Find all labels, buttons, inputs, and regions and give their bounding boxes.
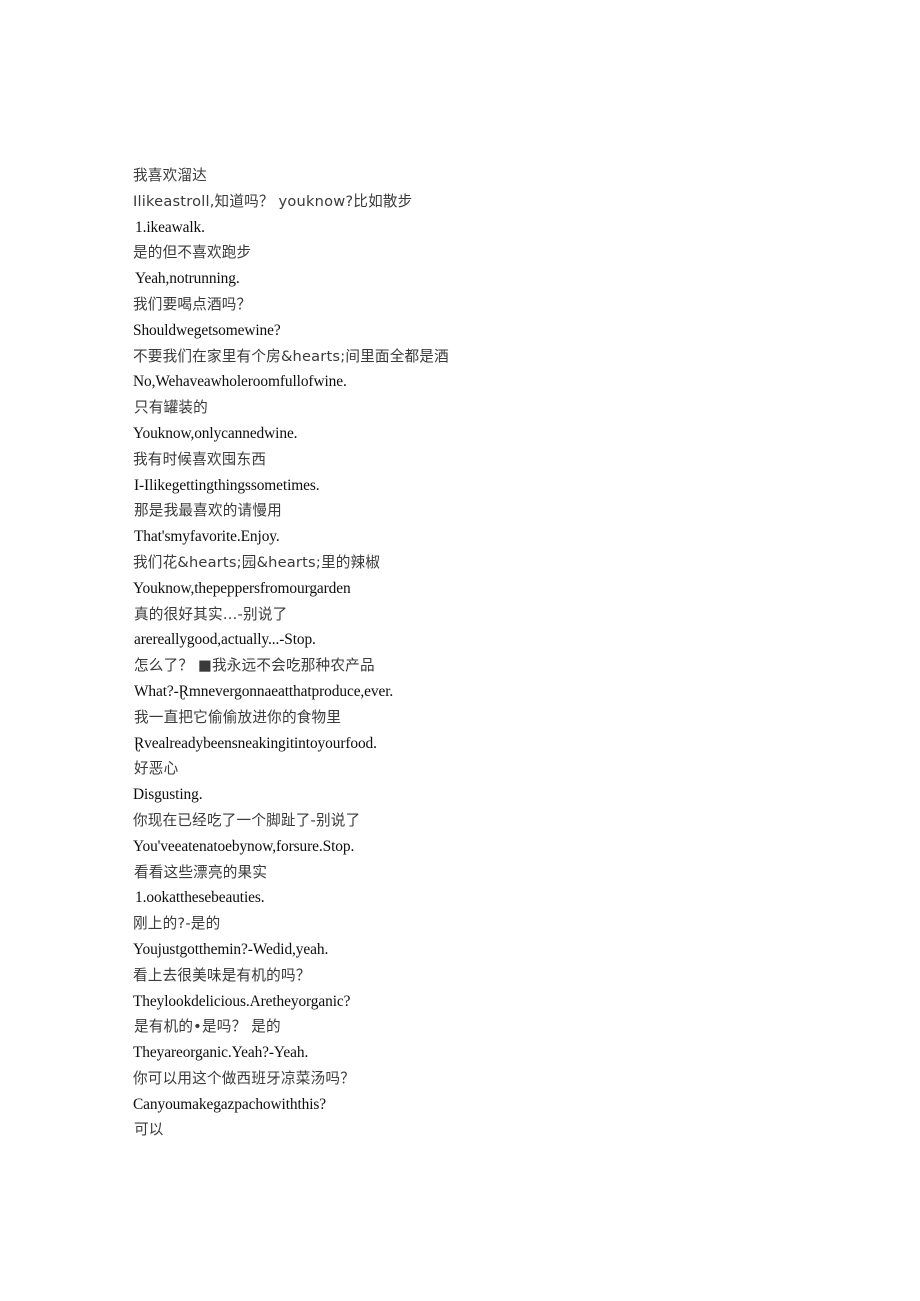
transcript-line: 看上去很美味是有机的吗？ bbox=[133, 966, 311, 984]
transcript-line: That'smyfavorite.Enjoy. bbox=[134, 528, 280, 546]
transcript-line: 可以 bbox=[134, 1121, 164, 1139]
transcript-line: Youknow,thepeppersfromourgarden bbox=[133, 579, 351, 597]
transcript-line: 好恶心 bbox=[134, 760, 179, 778]
transcript-line: 不要我们在家里有个房&hearts;间里面全都是酒 bbox=[133, 347, 449, 365]
transcript-line: Canyoumakegazpachowiththis? bbox=[133, 1095, 327, 1113]
transcript-line: 1.ikeawalk. bbox=[135, 218, 205, 236]
transcript-line: You'veeatenatoebynow,forsure.Stop. bbox=[133, 837, 355, 855]
transcript-line: 我喜欢溜达 bbox=[133, 167, 207, 184]
transcript-line: Yeah,notrunning. bbox=[135, 270, 240, 288]
transcript-line: Ilikeastroll,知道吗？ youknow?比如散步 bbox=[133, 192, 413, 210]
transcript-line: Theyareorganic.Yeah?-Yeah. bbox=[133, 1044, 309, 1062]
transcript-line: Disgusting. bbox=[133, 786, 203, 804]
transcript-line: Theylookdelicious.Aretheyorganic? bbox=[133, 992, 351, 1010]
transcript-line: 我有时候喜欢囤东西 bbox=[133, 450, 267, 468]
transcript-line: No,Wehaveawholeroomfullofwine. bbox=[133, 373, 347, 391]
transcript-line: 你现在已经吃了一个脚趾了‐别说了 bbox=[133, 811, 361, 829]
transcript-line: What?-Ɽmnevergonnaeatthatproduce,ever. bbox=[134, 682, 394, 700]
transcript-line: 我们花&hearts;园&hearts;里的辣椒 bbox=[133, 553, 381, 571]
transcript-line: arereallygood,actually...-Stop. bbox=[134, 631, 316, 649]
transcript-line: 我一直把它偷偷放进你的食物里 bbox=[134, 708, 342, 726]
transcript-line: Youjustgotthemin?-Wedid,yeah. bbox=[133, 940, 329, 958]
transcript-line: 看看这些漂亮的果实 bbox=[134, 863, 268, 881]
transcript-line: 刚上的?‐是的 bbox=[133, 915, 221, 933]
transcript-line: 只有罐装的 bbox=[134, 399, 208, 417]
transcript-line: Ɽvealreadybeensneakingitintoyourfood. bbox=[134, 734, 377, 752]
document-page: 我喜欢溜达 Ilikeastroll,知道吗？ youknow?比如散步 1.i… bbox=[0, 0, 920, 1301]
transcript-line: 是有机的•是吗？ 是的 bbox=[134, 1018, 281, 1036]
transcript-line: 是的但不喜欢跑步 bbox=[133, 244, 252, 262]
transcript-text-block: 我喜欢溜达 Ilikeastroll,知道吗？ youknow?比如散步 1.i… bbox=[133, 163, 833, 1143]
transcript-line: Youknow,onlycannedwine. bbox=[133, 424, 298, 442]
transcript-line: 你可以用这个做西班牙凉菜汤吗？ bbox=[133, 1069, 355, 1087]
transcript-line: 那是我最喜欢的请慢用 bbox=[134, 502, 282, 520]
transcript-line: 真的很好其实…‐别说了 bbox=[134, 605, 288, 623]
transcript-line: I-Ilikegettingthingssometimes. bbox=[134, 476, 320, 494]
transcript-line: Shouldwegetsomewine? bbox=[133, 321, 281, 339]
transcript-line: 怎么了？ ■我永远不会吃那种农产品 bbox=[134, 657, 375, 675]
transcript-line: 我们要喝点酒吗？ bbox=[133, 295, 252, 313]
transcript-line: 1.ookatthesebeauties. bbox=[135, 889, 265, 907]
